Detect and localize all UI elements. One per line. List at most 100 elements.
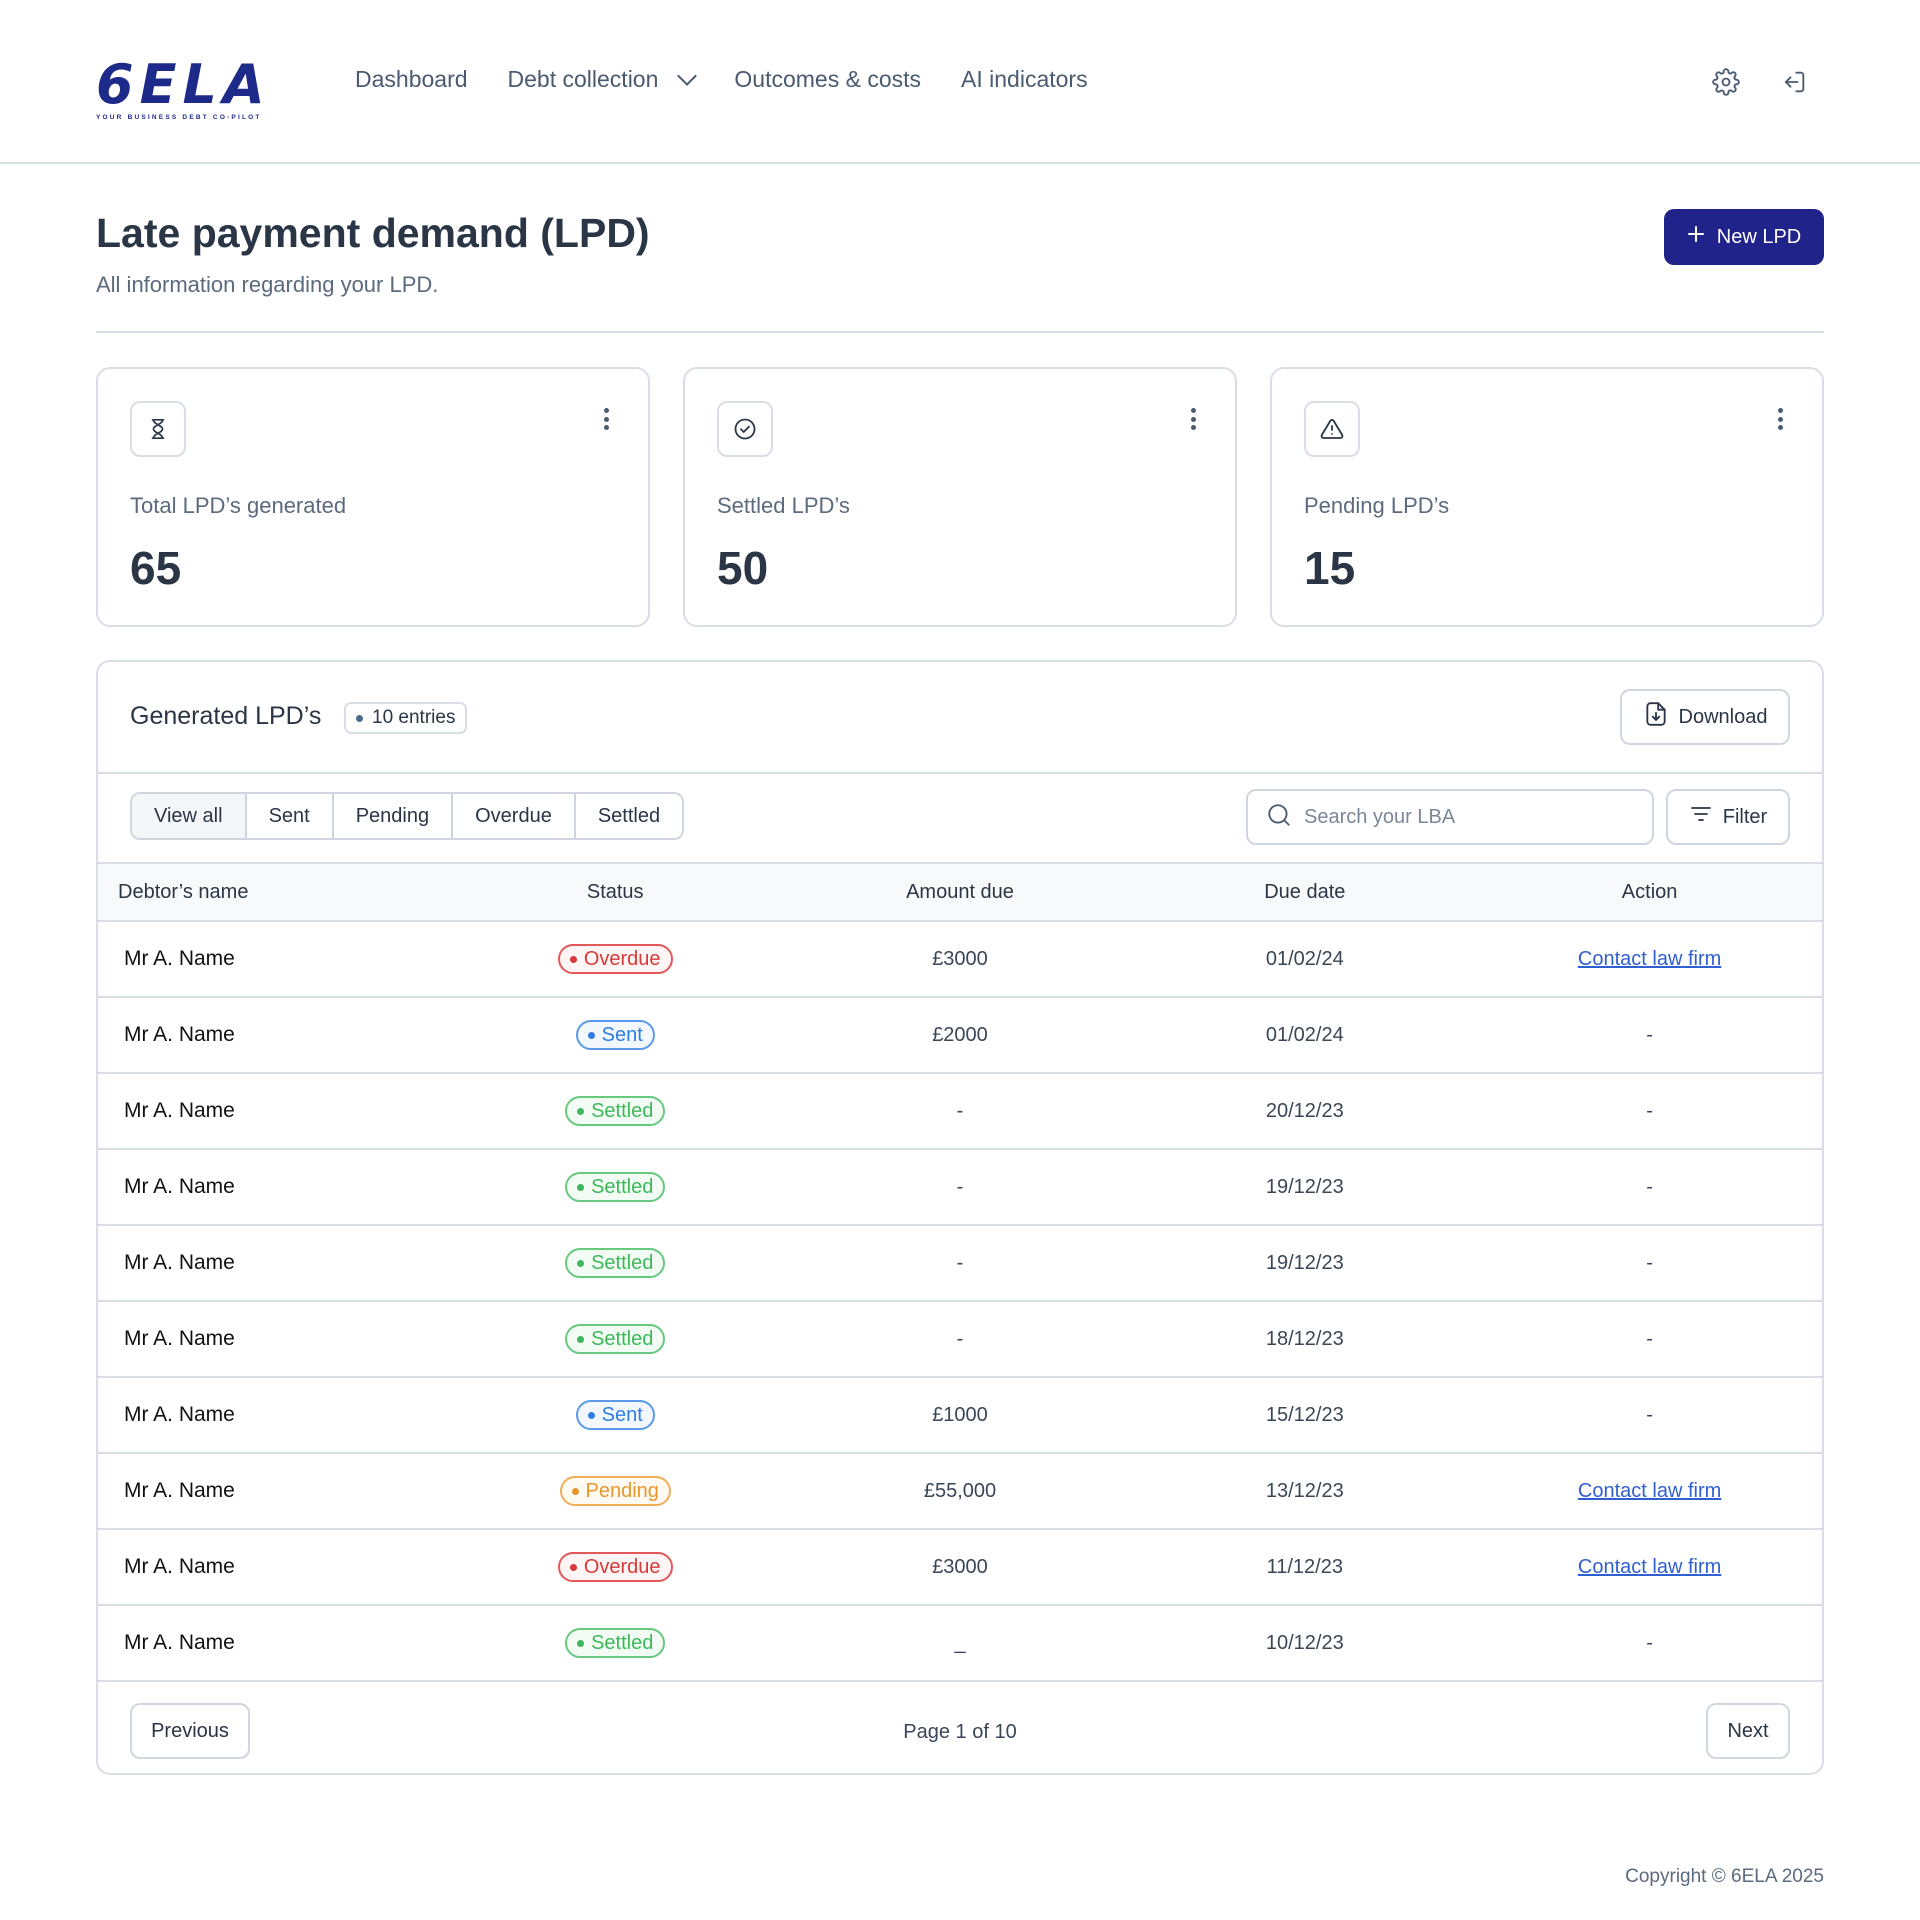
status-badge: Settled <box>565 1628 666 1658</box>
nav-dashboard[interactable]: Dashboard <box>355 66 468 93</box>
due-date: 19/12/23 <box>1265 1175 1344 1198</box>
status-cell: Overdue <box>443 1552 788 1582</box>
status-badge: Overdue <box>557 944 673 974</box>
status-cell: Overdue <box>443 944 788 974</box>
status-dot <box>587 1031 595 1039</box>
filter-button[interactable]: Filter <box>1666 789 1790 845</box>
brand-logo[interactable]: 6ELA YOUR BUSINESS DEBT CO-PILOT <box>96 58 272 122</box>
status-dot <box>569 955 577 963</box>
nav-outcomes-costs[interactable]: Outcomes & costs <box>734 66 921 93</box>
due-date: 13/12/23 <box>1265 1479 1344 1502</box>
page-indicator: Page 1 of 10 <box>903 1721 1017 1743</box>
table-header: Debtor’s name Status Amount due Due date… <box>98 862 1822 922</box>
status-cell: Settled <box>443 1248 788 1278</box>
debtor-name: Mr A. Name <box>124 1479 235 1502</box>
new-lpd-button[interactable]: New LPD <box>1664 209 1824 265</box>
debtor-name: Mr A. Name <box>124 1555 235 1578</box>
column-header[interactable]: Debtor’s name <box>98 881 443 904</box>
status-dot <box>587 1411 595 1419</box>
table-row[interactable]: Mr A. Name Settled - 19/12/23 - <box>98 1226 1822 1302</box>
amount-due: - <box>956 1327 964 1350</box>
amount-due: £1000 <box>932 1403 988 1426</box>
new-lpd-label: New LPD <box>1716 225 1802 248</box>
logo-tagline: YOUR BUSINESS DEBT CO-PILOT <box>96 114 262 121</box>
amount-due: - <box>956 1175 964 1198</box>
table-row[interactable]: Mr A. Name Sent £2000 01/02/24 - <box>98 998 1822 1074</box>
tab-overdue[interactable]: Overdue <box>451 794 574 838</box>
status-dot <box>577 1639 585 1647</box>
status-label: Settled <box>591 1631 654 1654</box>
status-badge: Sent <box>575 1020 655 1050</box>
more-vertical-icon[interactable] <box>602 405 610 433</box>
table-row[interactable]: Mr A. Name Sent £1000 15/12/23 - <box>98 1378 1822 1454</box>
column-header[interactable]: Status <box>443 881 788 904</box>
logout-icon[interactable] <box>1778 66 1810 98</box>
table-row[interactable]: Mr A. Name Overdue £3000 11/12/23 Contact la… <box>98 1530 1822 1606</box>
main-nav: Dashboard Debt collection Outcomes & cos… <box>355 65 1088 93</box>
table-body: Mr A. Name Overdue £3000 01/02/24 Contact la… <box>98 922 1822 1682</box>
amount-due: £2000 <box>932 1023 988 1046</box>
status-dot <box>577 1183 585 1191</box>
stat-label: Settled LPD’s <box>717 493 850 518</box>
nav-debt-collection-label: Debt collection <box>507 66 659 92</box>
status-badge: Sent <box>575 1400 655 1430</box>
debtor-name: Mr A. Name <box>124 1403 235 1426</box>
stat-label: Total LPD’s generated <box>130 493 347 518</box>
chevron-down-icon <box>677 65 698 86</box>
column-header[interactable]: Due date <box>1132 881 1477 904</box>
contact-law-firm-link[interactable]: Contact law firm <box>1578 1480 1721 1502</box>
table-row[interactable]: Mr A. Name Overdue £3000 01/02/24 Contact la… <box>98 922 1822 998</box>
action-cell: - <box>1646 1403 1653 1426</box>
amount-due: £55,000 <box>923 1479 997 1502</box>
nav-ai-indicators[interactable]: AI indicators <box>961 66 1088 93</box>
table-row[interactable]: Mr A. Name Settled _ 10/12/23 - <box>98 1606 1822 1682</box>
nav-dashboard-label: Dashboard <box>355 66 468 92</box>
action-cell: - <box>1646 1175 1653 1198</box>
download-button[interactable]: Download <box>1620 689 1790 745</box>
download-label: Download <box>1678 705 1768 728</box>
more-vertical-icon[interactable] <box>1189 405 1197 433</box>
tab-pending[interactable]: Pending <box>331 794 451 838</box>
due-date: 10/12/23 <box>1265 1631 1344 1654</box>
debtor-name: Mr A. Name <box>124 1099 235 1122</box>
page-title: Late payment demand (LPD) <box>96 210 650 256</box>
status-tabs: View all Sent Pending Overdue Settled <box>130 792 685 840</box>
table-row[interactable]: Mr A. Name Settled - 19/12/23 - <box>98 1150 1822 1226</box>
panel-divider <box>98 772 1822 774</box>
action-cell: - <box>1646 1023 1653 1046</box>
plus-icon <box>1687 225 1705 249</box>
more-vertical-icon[interactable] <box>1776 405 1784 433</box>
column-header[interactable]: Action <box>1477 881 1822 904</box>
action-cell: - <box>1646 1099 1653 1122</box>
contact-law-firm-link[interactable]: Contact law firm <box>1578 1556 1721 1578</box>
action-cell: - <box>1646 1251 1653 1274</box>
table-row[interactable]: Mr A. Name Settled - 18/12/23 - <box>98 1302 1822 1378</box>
table-row[interactable]: Mr A. Name Settled - 20/12/23 - <box>98 1074 1822 1150</box>
tab-sent[interactable]: Sent <box>244 794 332 838</box>
next-page-button[interactable]: Next <box>1706 1703 1790 1759</box>
warning-icon <box>1304 401 1360 457</box>
status-dot <box>577 1107 585 1115</box>
nav-debt-collection[interactable]: Debt collection <box>507 65 698 93</box>
pagination: Previous Page 1 of 10 Next <box>98 1677 1822 1773</box>
tab-settled[interactable]: Settled <box>573 794 682 838</box>
due-date: 20/12/23 <box>1265 1099 1344 1122</box>
status-badge: Settled <box>565 1324 666 1354</box>
status-label: Settled <box>591 1251 654 1274</box>
contact-law-firm-link[interactable]: Contact law firm <box>1578 948 1721 970</box>
status-badge: Settled <box>565 1096 666 1126</box>
filter-icon <box>1689 802 1713 832</box>
generated-lpds-panel: Generated LPD’s 10 entries Download View… <box>96 660 1824 1775</box>
status-label: Overdue <box>583 1555 661 1578</box>
table-row[interactable]: Mr A. Name Pending £55,000 13/12/23 Contact … <box>98 1454 1822 1530</box>
action-cell: Contact law firm <box>1477 1480 1822 1503</box>
search-input[interactable] <box>1304 805 1624 829</box>
status-dot <box>571 1487 579 1495</box>
status-cell: Sent <box>443 1020 788 1050</box>
tab-view-all[interactable]: View all <box>132 794 245 838</box>
gear-icon[interactable] <box>1710 66 1742 98</box>
status-label: Sent <box>601 1023 643 1046</box>
column-header[interactable]: Amount due <box>788 881 1133 904</box>
panel-title: Generated LPD’s <box>130 702 322 730</box>
due-date: 18/12/23 <box>1265 1327 1344 1350</box>
